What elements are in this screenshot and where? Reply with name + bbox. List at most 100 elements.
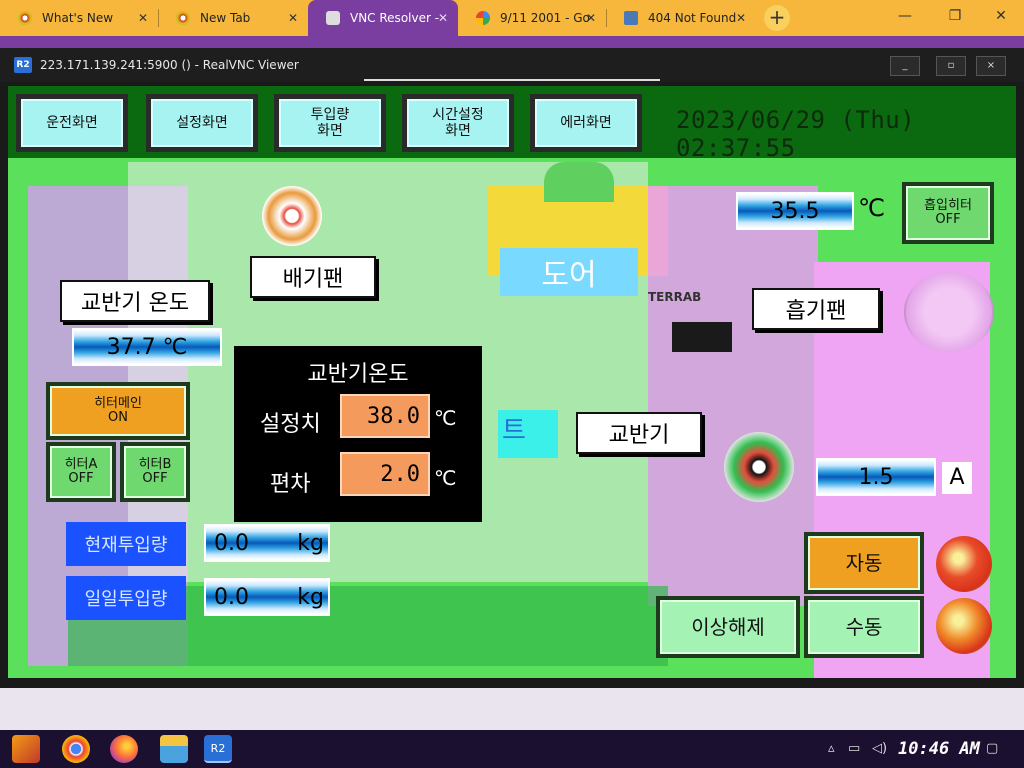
current-input-gauge: 0.0 kg bbox=[204, 524, 330, 562]
deviation-input[interactable]: 2.0 bbox=[340, 452, 430, 496]
current-input-value: 0.0 bbox=[214, 530, 249, 556]
google-icon bbox=[476, 11, 490, 25]
manual-mode-button[interactable]: 수동 bbox=[804, 596, 924, 658]
nav-button-label: 투입량 화면 bbox=[279, 99, 381, 147]
daily-input-value: 0.0 bbox=[214, 584, 249, 610]
chrome-icon[interactable] bbox=[62, 735, 90, 763]
taskbar: R2 ▵ ▭ ◁) 10:46 AM ▢ bbox=[0, 730, 1024, 768]
mixer-fan-icon bbox=[724, 432, 794, 502]
tab-title: What's New bbox=[42, 11, 114, 25]
realvnc-taskbar-icon[interactable]: R2 bbox=[204, 735, 232, 763]
panel-title: 교반기온도 bbox=[307, 362, 409, 387]
auto-status-lamp-icon bbox=[936, 536, 992, 592]
vnc-icon bbox=[326, 11, 340, 25]
tab-911[interactable]: 9/11 2001 - Go ✕ bbox=[458, 0, 606, 36]
hmi-nav-bar: 운전화면 설정화면 투입량 화면 시간설정 화면 에러화면 2023/06/29… bbox=[8, 86, 1016, 162]
tab-title: New Tab bbox=[200, 11, 251, 25]
vnc-title-bar: R2 223.171.139.241:5900 () - RealVNC Vie… bbox=[0, 48, 1024, 82]
vnc-window-title: 223.171.139.241:5900 () - RealVNC Viewer bbox=[40, 58, 299, 72]
bitcoin-icon bbox=[624, 11, 638, 25]
current-input-unit: kg bbox=[297, 530, 324, 556]
heater-main-label: 히터메인 ON bbox=[50, 386, 186, 436]
intake-fan-label: 흡기팬 bbox=[752, 288, 880, 330]
manual-status-lamp-icon bbox=[936, 598, 992, 654]
mixer-temp-label: 교반기 온도 bbox=[60, 280, 210, 322]
setpoint-label: 설정치 bbox=[260, 412, 321, 437]
start-icon[interactable] bbox=[12, 735, 40, 763]
file-explorer-icon[interactable] bbox=[160, 735, 188, 763]
tab-title: 404 Not Found bbox=[648, 11, 737, 25]
notification-icon[interactable]: ▢ bbox=[986, 741, 998, 756]
exhaust-fan-icon bbox=[262, 186, 322, 246]
minimize-icon[interactable]: — bbox=[882, 0, 928, 32]
hmi-screen[interactable]: 트 운전화면 설정화면 투입량 화면 시간설정 화면 에러화면 2023/06/… bbox=[8, 86, 1016, 678]
heater-main-button[interactable]: 히터메인 ON bbox=[46, 382, 190, 440]
maximize-icon[interactable]: ❐ bbox=[932, 0, 978, 32]
hmi-datetime: 2023/06/29 (Thu) 02:37:55 bbox=[676, 106, 916, 162]
reset-fault-button[interactable]: 이상해제 bbox=[656, 596, 800, 658]
close-window-icon[interactable]: ✕ bbox=[978, 0, 1024, 32]
realvnc-logo-icon: R2 bbox=[14, 57, 32, 73]
taskbar-clock[interactable]: 10:46 AM bbox=[898, 739, 980, 759]
nav-error-screen-button[interactable]: 에러화면 bbox=[530, 94, 642, 152]
intake-heater-button[interactable]: 흡입히터 OFF bbox=[902, 182, 994, 244]
tab-whats-new[interactable]: What's New ✕ bbox=[0, 0, 158, 36]
brand-logo: TERRAB bbox=[648, 290, 702, 304]
heater-a-label: 히터A OFF bbox=[50, 446, 112, 498]
heater-b-button[interactable]: 히터B OFF bbox=[120, 442, 190, 502]
tab-vnc-resolver[interactable]: VNC Resolver - ✕ bbox=[308, 0, 458, 36]
heater-b-label: 히터B OFF bbox=[124, 446, 186, 498]
intake-temp-gauge: 35.5 bbox=[736, 192, 854, 230]
vnc-toolbar-handle[interactable] bbox=[364, 79, 660, 81]
volume-icon[interactable]: ◁) bbox=[872, 741, 887, 756]
nav-operation-screen-button[interactable]: 운전화면 bbox=[16, 94, 128, 152]
browser-tab-strip: What's New ✕ New Tab ✕ VNC Resolver - ✕ … bbox=[0, 0, 1024, 36]
machine-panel-right bbox=[648, 186, 818, 606]
close-icon[interactable]: ✕ bbox=[138, 11, 148, 25]
close-icon[interactable]: ✕ bbox=[736, 11, 746, 25]
setpoint-input[interactable]: 38.0 bbox=[340, 394, 430, 438]
tab-new-tab[interactable]: New Tab ✕ bbox=[158, 0, 308, 36]
intake-pipe bbox=[904, 272, 994, 352]
chrome-icon bbox=[176, 11, 190, 25]
heater-a-button[interactable]: 히터A OFF bbox=[46, 442, 116, 502]
intake-temp-unit: ℃ bbox=[858, 194, 885, 222]
nav-button-label: 설정화면 bbox=[151, 99, 253, 147]
auto-button-label: 자동 bbox=[808, 536, 920, 590]
network-icon[interactable]: ▭ bbox=[848, 741, 860, 756]
current-unit: A bbox=[942, 462, 972, 494]
chrome-icon bbox=[18, 11, 32, 25]
close-icon[interactable]: ✕ bbox=[586, 11, 596, 25]
nav-button-label: 시간설정 화면 bbox=[407, 99, 509, 147]
firefox-icon[interactable] bbox=[110, 735, 138, 763]
close-icon[interactable]: ✕ bbox=[438, 11, 448, 25]
new-tab-button[interactable]: + bbox=[764, 5, 790, 31]
control-display bbox=[672, 322, 732, 352]
daily-input-gauge: 0.0 kg bbox=[204, 578, 330, 616]
tab-title: VNC Resolver - bbox=[350, 11, 440, 25]
exhaust-fan-label: 배기팬 bbox=[250, 256, 376, 298]
manual-button-label: 수동 bbox=[808, 600, 920, 654]
mixer-temp-panel: 교반기온도 설정치 38.0 ℃ 편차 2.0 ℃ bbox=[234, 346, 482, 522]
setpoint-unit: ℃ bbox=[434, 406, 457, 430]
tab-title: 9/11 2001 - Go bbox=[500, 11, 590, 25]
nav-input-screen-button[interactable]: 투입량 화면 bbox=[274, 94, 386, 152]
auto-mode-button[interactable]: 자동 bbox=[804, 532, 924, 594]
nav-settings-screen-button[interactable]: 설정화면 bbox=[146, 94, 258, 152]
close-icon[interactable]: ✕ bbox=[288, 11, 298, 25]
chevron-up-icon[interactable]: ▵ bbox=[828, 741, 835, 756]
nav-time-settings-button[interactable]: 시간설정 화면 bbox=[402, 94, 514, 152]
current-input-label: 현재투입량 bbox=[66, 522, 186, 566]
machine-duct bbox=[544, 162, 614, 202]
nav-button-label: 운전화면 bbox=[21, 99, 123, 147]
current-gauge: 1.5 bbox=[816, 458, 936, 496]
vnc-close-button[interactable]: × bbox=[976, 56, 1006, 76]
deviation-label: 편차 bbox=[270, 472, 311, 497]
tab-404[interactable]: 404 Not Found ✕ bbox=[606, 0, 756, 36]
daily-input-label: 일일투입량 bbox=[66, 576, 186, 620]
door-label: 도어 bbox=[500, 248, 638, 296]
vnc-minimize-button[interactable]: _ bbox=[890, 56, 920, 76]
vnc-maximize-button[interactable]: ▫ bbox=[936, 56, 966, 76]
deviation-unit: ℃ bbox=[434, 466, 457, 490]
browser-toolbar bbox=[0, 36, 1024, 48]
